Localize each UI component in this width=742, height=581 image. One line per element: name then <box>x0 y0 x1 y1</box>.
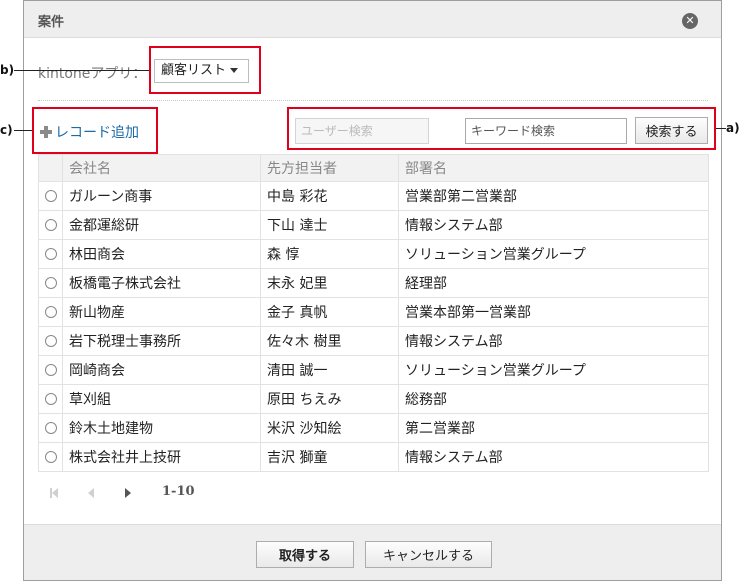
dialog-header: 案件 ✕ <box>24 1 721 38</box>
callout-box-b <box>149 46 261 94</box>
company-cell: 新山物産 <box>62 297 261 327</box>
table-row[interactable]: ガルーン商事 中島 彩花 営業部第二営業部 <box>38 181 709 211</box>
callout-box-c <box>32 107 158 154</box>
department-cell: 第二営業部 <box>398 413 709 443</box>
callout-tag-c: c) <box>0 123 13 137</box>
radio-button[interactable] <box>44 190 57 202</box>
row-radio-cell[interactable] <box>38 413 63 443</box>
radio-button[interactable] <box>44 451 57 463</box>
table-row[interactable]: 岩下税理士事務所 佐々木 樹里 情報システム部 <box>38 326 709 356</box>
contact-cell: 中島 彩花 <box>260 181 399 211</box>
company-cell: 草刈組 <box>62 384 261 414</box>
cancel-button[interactable]: キャンセルする <box>365 541 492 568</box>
company-cell: 鈴木土地建物 <box>62 413 261 443</box>
callout-tag-a: a) <box>726 121 740 135</box>
row-radio-cell[interactable] <box>38 181 63 211</box>
prev-page-icon <box>88 488 94 498</box>
table-row[interactable]: 鈴木土地建物 米沢 沙知絵 第二営業部 <box>38 413 709 443</box>
dialog-footer: 取得する キャンセルする <box>24 524 721 580</box>
callout-line-c <box>14 130 32 131</box>
callout-tag-b: b) <box>0 63 15 77</box>
radio-button[interactable] <box>44 335 57 347</box>
table-row[interactable]: 金都運総研 下山 達士 情報システム部 <box>38 210 709 240</box>
company-cell: ガルーン商事 <box>62 181 261 211</box>
radio-button[interactable] <box>44 306 57 318</box>
company-cell: 金都運総研 <box>62 210 261 240</box>
company-cell: 板橋電子株式会社 <box>62 268 261 298</box>
header-radio <box>38 154 63 182</box>
table-row[interactable]: 株式会社井上技研 吉沢 獅童 情報システム部 <box>38 442 709 472</box>
contact-cell: 清田 誠一 <box>260 355 399 385</box>
company-cell: 岡崎商会 <box>62 355 261 385</box>
row-radio-cell[interactable] <box>38 384 63 414</box>
department-cell: 情報システム部 <box>398 210 709 240</box>
callout-box-a <box>287 107 716 150</box>
company-cell: 株式会社井上技研 <box>62 442 261 472</box>
row-radio-cell[interactable] <box>38 268 63 298</box>
department-cell: 営業本部第一営業部 <box>398 297 709 327</box>
get-button[interactable]: 取得する <box>256 541 354 568</box>
department-cell: 総務部 <box>398 384 709 414</box>
dialog: 案件 ✕ kintoneアプリ： 顧客リスト レコード追加 検索する 会社名 先… <box>23 0 722 581</box>
page-range: 1-10 <box>162 484 195 499</box>
row-radio-cell[interactable] <box>38 210 63 240</box>
first-page-icon <box>52 488 58 498</box>
header-department: 部署名 <box>398 154 709 182</box>
contact-cell: 吉沢 獅童 <box>260 442 399 472</box>
contact-cell: 森 惇 <box>260 239 399 269</box>
radio-button[interactable] <box>44 393 57 405</box>
department-cell: 情報システム部 <box>398 442 709 472</box>
contact-cell: 金子 真帆 <box>260 297 399 327</box>
next-page-icon[interactable] <box>125 488 131 498</box>
contact-cell: 下山 達士 <box>260 210 399 240</box>
header-company: 会社名 <box>62 154 261 182</box>
table-row[interactable]: 板橋電子株式会社 末永 妃里 経理部 <box>38 268 709 298</box>
callout-line-a <box>716 128 726 129</box>
table-row[interactable]: 林田商会 森 惇 ソリューション営業グループ <box>38 239 709 269</box>
table-header-row: 会社名 先方担当者 部署名 <box>38 154 709 182</box>
department-cell: ソリューション営業グループ <box>398 355 709 385</box>
department-cell: 情報システム部 <box>398 326 709 356</box>
row-radio-cell[interactable] <box>38 355 63 385</box>
close-icon[interactable]: ✕ <box>682 13 698 29</box>
dialog-title: 案件 <box>38 15 65 30</box>
department-cell: 営業部第二営業部 <box>398 181 709 211</box>
records-table: 会社名 先方担当者 部署名 ガルーン商事 中島 彩花 営業部第二営業部 金都運総… <box>38 154 709 472</box>
radio-button[interactable] <box>44 422 57 434</box>
contact-cell: 末永 妃里 <box>260 268 399 298</box>
radio-button[interactable] <box>44 364 57 376</box>
department-cell: 経理部 <box>398 268 709 298</box>
separator <box>38 100 708 101</box>
callout-line-b <box>14 70 149 71</box>
table-row[interactable]: 岡崎商会 清田 誠一 ソリューション営業グループ <box>38 355 709 385</box>
table-row[interactable]: 新山物産 金子 真帆 営業本部第一営業部 <box>38 297 709 327</box>
department-cell: ソリューション営業グループ <box>398 239 709 269</box>
table-row[interactable]: 草刈組 原田 ちえみ 総務部 <box>38 384 709 414</box>
header-contact: 先方担当者 <box>260 154 399 182</box>
contact-cell: 佐々木 樹里 <box>260 326 399 356</box>
contact-cell: 米沢 沙知絵 <box>260 413 399 443</box>
company-cell: 林田商会 <box>62 239 261 269</box>
radio-button[interactable] <box>44 219 57 231</box>
row-radio-cell[interactable] <box>38 442 63 472</box>
company-cell: 岩下税理士事務所 <box>62 326 261 356</box>
app-picker-label: kintoneアプリ： <box>38 66 147 82</box>
row-radio-cell[interactable] <box>38 297 63 327</box>
radio-button[interactable] <box>44 248 57 260</box>
radio-button[interactable] <box>44 277 57 289</box>
row-radio-cell[interactable] <box>38 239 63 269</box>
row-radio-cell[interactable] <box>38 326 63 356</box>
contact-cell: 原田 ちえみ <box>260 384 399 414</box>
